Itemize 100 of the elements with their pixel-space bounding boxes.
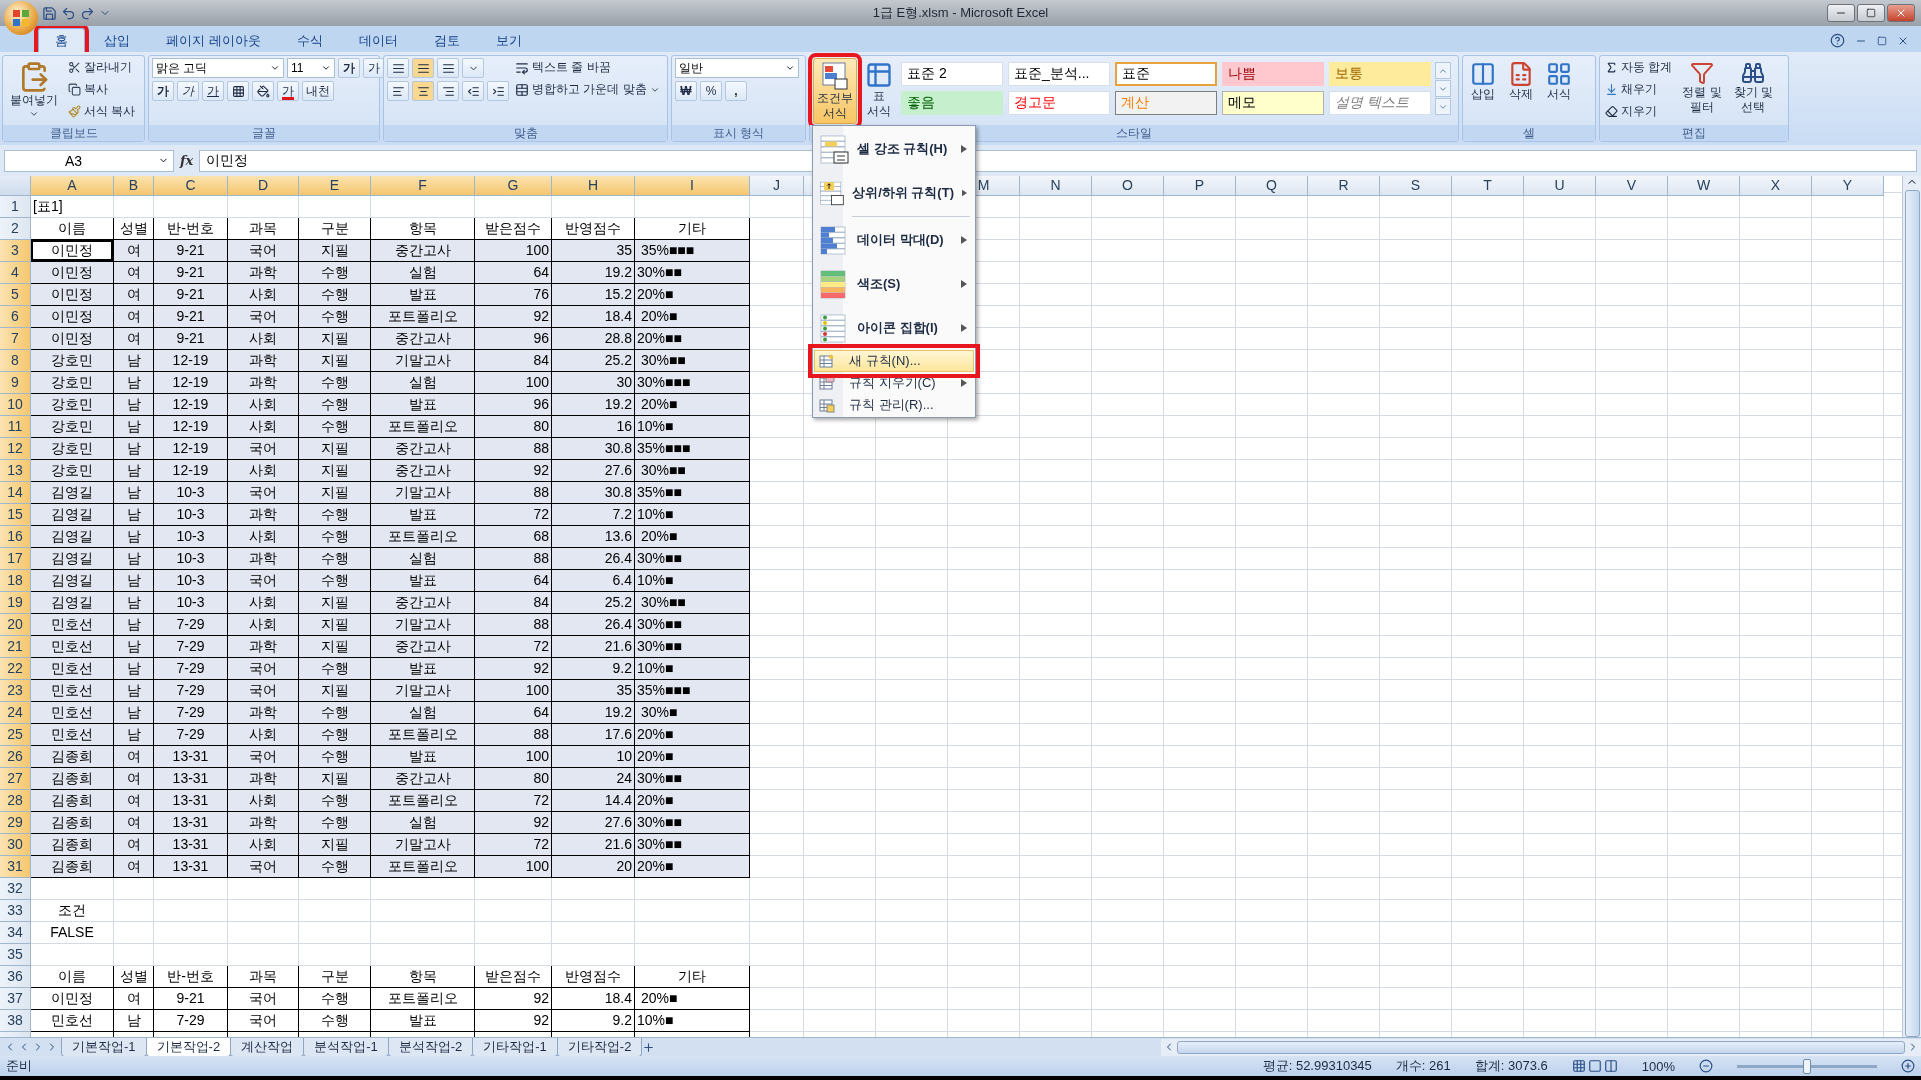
cell-style-swatch[interactable]: 메모 xyxy=(1222,91,1324,115)
number-format-field[interactable]: 일반 xyxy=(675,58,799,78)
column-header[interactable]: A xyxy=(31,176,114,196)
normal-view-icon[interactable] xyxy=(1571,1059,1586,1073)
underline-button[interactable]: 가 xyxy=(202,81,224,101)
column-header[interactable]: O xyxy=(1092,176,1164,196)
name-box[interactable]: A3 xyxy=(4,149,174,172)
row-header[interactable]: 14 xyxy=(0,482,31,504)
maximize-button[interactable] xyxy=(1857,4,1885,22)
cell-style-swatch[interactable]: 보통 xyxy=(1329,62,1431,86)
sheet-tab[interactable]: 분석작업-1 xyxy=(303,1037,389,1057)
align-right-button[interactable] xyxy=(437,81,459,101)
ribbon-tab[interactable]: 보기 xyxy=(478,28,539,52)
row-header[interactable]: 3 xyxy=(0,240,31,262)
currency-button[interactable]: ₩ xyxy=(675,81,697,101)
sheet-tab[interactable]: 기타작업-2 xyxy=(556,1037,643,1057)
sheet-tab[interactable]: 분석작업-2 xyxy=(387,1037,474,1057)
undo-icon[interactable] xyxy=(61,5,76,21)
row-header[interactable]: 17 xyxy=(0,548,31,570)
cell-style-swatch[interactable]: 좋음 xyxy=(901,91,1003,115)
sheet-tab[interactable]: 기본작업-2 xyxy=(145,1037,232,1057)
column-header[interactable]: E xyxy=(299,176,371,196)
cell-style-swatch[interactable]: 설명 텍스트 xyxy=(1329,91,1431,115)
grow-font-button[interactable]: 가 xyxy=(338,58,360,78)
paste-button[interactable]: 붙여넣기 xyxy=(6,58,62,122)
bottom-align-button[interactable] xyxy=(437,58,459,78)
row-header[interactable]: 20 xyxy=(0,614,31,636)
font-color-button[interactable]: 가 xyxy=(277,81,299,101)
row-header[interactable]: 36 xyxy=(0,966,31,988)
column-header[interactable]: F xyxy=(371,176,475,196)
row-header[interactable]: 28 xyxy=(0,790,31,812)
merge-center-button[interactable]: 병합하고 가운데 맞춤 xyxy=(513,80,662,99)
page-break-icon[interactable] xyxy=(1603,1059,1618,1073)
row-header[interactable]: 32 xyxy=(0,878,31,900)
sort-filter-button[interactable]: 정렬 및 필터 xyxy=(1678,58,1726,118)
menu-item[interactable]: 색조(S) xyxy=(814,262,974,306)
minimize-button[interactable] xyxy=(1827,4,1855,22)
row-header[interactable]: 7 xyxy=(0,328,31,350)
column-header[interactable]: Q xyxy=(1236,176,1308,196)
column-header[interactable]: G xyxy=(475,176,552,196)
row-header[interactable]: 31 xyxy=(0,856,31,878)
phonetic-button[interactable]: 내천 xyxy=(302,81,334,101)
row-header[interactable]: 24 xyxy=(0,702,31,724)
column-header[interactable]: H xyxy=(552,176,635,196)
fill-color-button[interactable] xyxy=(252,81,274,101)
menu-item[interactable]: 규칙 지우기(C) xyxy=(814,372,974,394)
italic-button[interactable]: 가 xyxy=(177,81,199,101)
column-header[interactable]: W xyxy=(1668,176,1740,196)
redo-icon[interactable] xyxy=(80,5,95,21)
column-header[interactable]: J xyxy=(750,176,804,196)
row-header[interactable]: 8 xyxy=(0,350,31,372)
row-header[interactable]: 15 xyxy=(0,504,31,526)
align-left-button[interactable] xyxy=(387,81,409,101)
horizontal-scrollbar[interactable] xyxy=(1161,1038,1921,1056)
row-header[interactable]: 27 xyxy=(0,768,31,790)
row-header[interactable]: 26 xyxy=(0,746,31,768)
row-header[interactable]: 6 xyxy=(0,306,31,328)
menu-item[interactable]: 아이콘 집합(I) xyxy=(814,306,974,350)
restore-icon[interactable] xyxy=(1877,35,1887,46)
row-header[interactable]: 30 xyxy=(0,834,31,856)
menu-item[interactable]: 데이터 막대(D) xyxy=(814,218,974,262)
row-header[interactable]: 5 xyxy=(0,284,31,306)
find-select-button[interactable]: 찾기 및 선택 xyxy=(1729,58,1778,118)
font-name-field[interactable]: 맑은 고딕 xyxy=(152,58,284,78)
row-header[interactable]: 11 xyxy=(0,416,31,438)
row-header[interactable]: 34 xyxy=(0,922,31,944)
font-size-field[interactable]: 11 xyxy=(287,58,335,78)
fill-button[interactable]: 채우기 xyxy=(1603,80,1675,99)
office-button[interactable] xyxy=(4,1,38,35)
sheet-tab[interactable]: 기타작업-1 xyxy=(472,1037,558,1057)
column-header[interactable]: U xyxy=(1524,176,1596,196)
clear-button[interactable]: 지우기 xyxy=(1603,102,1675,121)
bold-button[interactable]: 가 xyxy=(152,81,174,101)
row-header[interactable]: 33 xyxy=(0,900,31,922)
row-header[interactable]: 38 xyxy=(0,1010,31,1032)
row-header[interactable]: 21 xyxy=(0,636,31,658)
row-header[interactable]: 29 xyxy=(0,812,31,834)
row-header[interactable]: 23 xyxy=(0,680,31,702)
new-sheet-icon[interactable] xyxy=(642,1040,656,1054)
ribbon-tab[interactable]: 데이터 xyxy=(341,28,415,52)
delete-button[interactable]: 삭제 xyxy=(1504,58,1538,105)
autosum-button[interactable]: 자동 합계 xyxy=(1603,58,1675,77)
row-header[interactable]: 9 xyxy=(0,372,31,394)
column-header[interactable]: T xyxy=(1452,176,1524,196)
row-header[interactable]: 2 xyxy=(0,218,31,240)
page-layout-icon[interactable] xyxy=(1587,1059,1602,1073)
row-header[interactable]: 19 xyxy=(0,592,31,614)
cell-style-swatch[interactable]: 경고문 xyxy=(1008,91,1110,115)
column-header[interactable]: R xyxy=(1308,176,1380,196)
zoom-in-icon[interactable] xyxy=(1901,1059,1915,1073)
help-icon[interactable] xyxy=(1830,33,1845,48)
column-header[interactable]: I xyxy=(635,176,750,196)
insert-button[interactable]: 삽입 xyxy=(1466,58,1500,105)
column-header[interactable]: V xyxy=(1596,176,1668,196)
middle-align-button[interactable] xyxy=(412,58,434,78)
decrease-indent-button[interactable] xyxy=(462,81,484,101)
increase-indent-button[interactable] xyxy=(487,81,509,101)
sheet-tab[interactable]: 계산작업 xyxy=(230,1037,305,1057)
ribbon-tab[interactable]: 페이지 레이아웃 xyxy=(149,28,278,52)
row-header[interactable]: 4 xyxy=(0,262,31,284)
